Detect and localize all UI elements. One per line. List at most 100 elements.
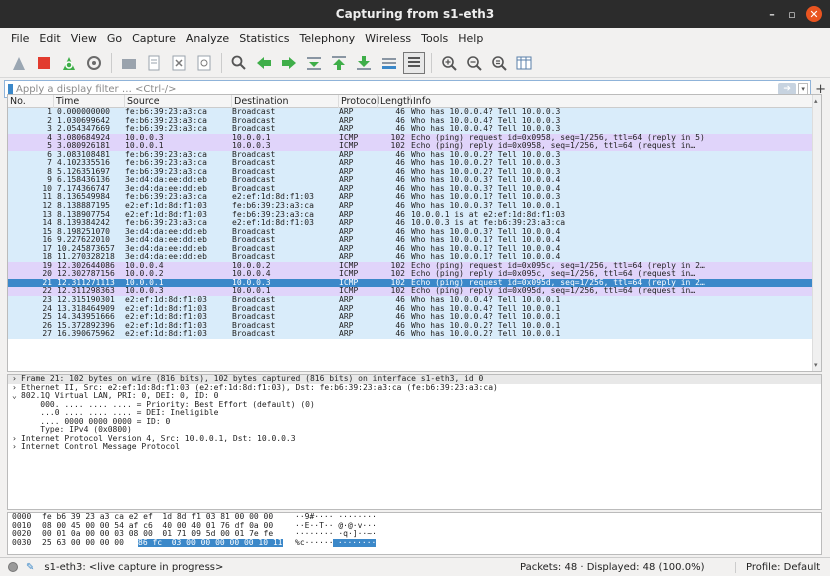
start-capture-icon[interactable] xyxy=(8,52,30,74)
packet-source: 3e:d4:da:ee:dd:eb xyxy=(125,236,207,245)
packet-protocol: ARP xyxy=(339,236,354,245)
zoom-reset-icon[interactable] xyxy=(488,52,510,74)
col-time[interactable]: Time xyxy=(53,95,79,108)
packet-row[interactable]: 1 0.000000000 fe:b6:39:23:a3:ca Broadcast AR… xyxy=(8,108,821,117)
go-to-packet-icon[interactable] xyxy=(303,52,325,74)
packet-list-scrollbar[interactable]: ▴ ▾ xyxy=(812,95,821,371)
packet-row[interactable]: 7 4.102335516 fe:b6:39:23:a3:ca Broadcast AR… xyxy=(8,159,821,168)
packet-row[interactable]: 14 8.139384242 fe:b6:39:23:a3:ca e2:ef:1d:8… xyxy=(8,219,821,228)
packet-details-pane[interactable]: › Frame 21: 102 bytes on wire (816 bits),… xyxy=(7,374,822,510)
save-file-icon[interactable] xyxy=(143,52,165,74)
col-source[interactable]: Source xyxy=(124,95,160,108)
packet-no: 22 xyxy=(42,287,52,296)
find-packet-icon[interactable] xyxy=(228,52,250,74)
packet-no: 21 xyxy=(42,278,52,287)
packet-row[interactable]: 2 1.030699642 fe:b6:39:23:a3:ca Broadcast AR… xyxy=(8,116,821,126)
packet-row[interactable]: 8 5.126351697 fe:b6:39:23:a3:ca Broadcast AR… xyxy=(8,167,821,177)
packet-destination: Broadcast xyxy=(232,330,276,339)
packet-row[interactable]: 23 12.315190301 e2:ef:1d:8d:f1:03 Broadcast… xyxy=(8,296,821,305)
menu-tools[interactable]: Tools xyxy=(416,32,453,45)
filter-bookmark-icon[interactable] xyxy=(8,84,13,94)
packet-length: 46 xyxy=(395,321,405,330)
go-last-packet-icon[interactable] xyxy=(353,52,375,74)
packet-bytes-pane[interactable]: 0000 fe b6 39 23 a3 ca e2 ef 1d 8d f1 03 … xyxy=(7,512,822,555)
collapsed-arrow-icon[interactable]: › xyxy=(12,443,21,452)
packet-no: 18 xyxy=(42,253,52,262)
packet-row[interactable]: 21 12.311271113 10.0.0.1 10.0.0.3 ICMP 102 Ech… xyxy=(8,278,821,288)
packet-no: 24 xyxy=(42,304,52,313)
packet-row[interactable]: 20 12.302787156 10.0.0.2 10.0.0.4 ICMP 102 Ech… xyxy=(8,270,821,279)
packet-row[interactable]: 16 9.227622010 3e:d4:da:ee:dd:eb Broadcast A… xyxy=(8,236,821,245)
packet-row[interactable]: 27 16.390675962 e2:ef:1d:8d:f1:03 Broadcast… xyxy=(8,330,821,339)
packet-row[interactable]: 24 13.318464909 e2:ef:1d:8d:f1:03 Broadcast… xyxy=(8,304,821,314)
packet-row[interactable]: 3 2.054347669 fe:b6:39:23:a3:ca Broadcast AR… xyxy=(8,125,821,134)
packet-row[interactable]: 22 12.311298363 10.0.0.3 10.0.0.1 ICMP 102 Ech… xyxy=(8,287,821,297)
menu-capture[interactable]: Capture xyxy=(127,32,181,45)
open-file-icon[interactable] xyxy=(118,52,140,74)
menu-edit[interactable]: Edit xyxy=(34,32,65,45)
minimize-icon[interactable]: – xyxy=(764,6,780,22)
packet-destination: Broadcast xyxy=(232,108,276,116)
menu-telephony[interactable]: Telephony xyxy=(295,32,361,45)
packet-source: e2:ef:1d:8d:f1:03 xyxy=(125,313,207,322)
resize-columns-icon[interactable] xyxy=(513,52,535,74)
packet-row[interactable]: 10 7.174366747 3e:d4:da:ee:dd:eb Broadcast A… xyxy=(8,184,821,194)
col-info[interactable]: Info xyxy=(410,95,431,108)
packet-length: 46 xyxy=(395,227,405,236)
col-no[interactable]: No. xyxy=(8,95,26,108)
packet-row[interactable]: 5 3.080926181 10.0.0.1 10.0.0.3 ICMP 102 Echo … xyxy=(8,142,821,151)
zoom-in-icon[interactable] xyxy=(438,52,460,74)
packet-destination: Broadcast xyxy=(232,313,276,322)
hex-line[interactable]: 0030 25 63 00 00 00 00 86 fc 03 00 00 00 … xyxy=(8,538,821,547)
packet-length: 46 xyxy=(395,159,405,168)
packet-row[interactable]: 11 8.136549984 fe:b6:39:23:a3:ca e2:ef:1d:8… xyxy=(8,193,821,203)
packet-row[interactable]: 13 8.138907754 e2:ef:1d:8d:f1:03 fe:b6:39:2… xyxy=(8,210,821,220)
menu-file[interactable]: File xyxy=(6,32,34,45)
menu-help[interactable]: Help xyxy=(453,32,488,45)
close-file-icon[interactable] xyxy=(168,52,190,74)
packet-row[interactable]: 18 11.270328218 3e:d4:da:ee:dd:eb Broadcast… xyxy=(8,253,821,262)
edit-comment-icon[interactable]: ✎ xyxy=(26,562,34,573)
packet-row[interactable]: 15 8.198251070 3e:d4:da:ee:dd:eb Broadcast A… xyxy=(8,227,821,237)
maximize-icon[interactable]: ▫ xyxy=(784,6,800,22)
packet-row[interactable]: 9 6.158436136 3e:d4:da:ee:dd:eb Broadcast AR… xyxy=(8,176,821,185)
expanded-arrow-icon[interactable]: ⌄ xyxy=(12,392,21,401)
packet-row[interactable]: 25 14.343951666 e2:ef:1d:8d:f1:03 Broadcast… xyxy=(8,313,821,322)
col-destination[interactable]: Destination xyxy=(231,95,289,108)
packet-protocol: ICMP xyxy=(339,278,359,287)
go-back-icon[interactable] xyxy=(253,52,275,74)
menu-statistics[interactable]: Statistics xyxy=(234,32,294,45)
reload-icon[interactable] xyxy=(193,52,215,74)
packet-length: 102 xyxy=(390,261,405,270)
autoscroll-icon[interactable] xyxy=(378,52,400,74)
packet-list[interactable]: No. Time Source Destination Protocol Len… xyxy=(7,94,822,372)
capture-status-icon[interactable] xyxy=(8,562,18,572)
close-icon[interactable]: ✕ xyxy=(806,6,822,22)
menu-analyze[interactable]: Analyze xyxy=(181,32,234,45)
packet-row[interactable]: 6 3.083108481 fe:b6:39:23:a3:ca Broadcast AR… xyxy=(8,150,821,160)
menu-view[interactable]: View xyxy=(66,32,102,45)
packet-row[interactable]: 26 15.372892396 e2:ef:1d:8d:f1:03 Broadcast… xyxy=(8,321,821,331)
detail-line[interactable]: › Internet Control Message Protocol xyxy=(8,443,821,452)
go-first-packet-icon[interactable] xyxy=(328,52,350,74)
capture-options-icon[interactable] xyxy=(83,52,105,74)
packet-destination: 10.0.0.1 xyxy=(232,133,271,142)
col-protocol[interactable]: Protocol xyxy=(338,95,379,108)
restart-capture-icon[interactable] xyxy=(58,52,80,74)
col-length[interactable]: Length xyxy=(377,95,413,108)
hex-line[interactable]: 0020 00 01 0a 00 00 03 08 00 01 71 09 5d … xyxy=(8,529,821,539)
colorize-icon[interactable] xyxy=(403,51,425,74)
packet-row[interactable]: 17 10.245873657 3e:d4:da:ee:dd:eb Broadcast… xyxy=(8,244,821,254)
zoom-out-icon[interactable] xyxy=(463,52,485,74)
packet-length: 46 xyxy=(395,167,405,176)
packet-row[interactable]: 19 12.302644086 10.0.0.4 10.0.0.2 ICMP 102 Ech… xyxy=(8,261,821,271)
packet-destination: 10.0.0.2 xyxy=(232,261,271,270)
menu-go[interactable]: Go xyxy=(102,32,127,45)
menu-wireless[interactable]: Wireless xyxy=(360,32,416,45)
packet-row[interactable]: 4 3.080684924 10.0.0.3 10.0.0.1 ICMP 102 Echo … xyxy=(8,133,821,143)
packet-row[interactable]: 12 8.138887195 e2:ef:1d:8d:f1:03 fe:b6:39:2… xyxy=(8,202,821,211)
status-profile[interactable]: Profile: Default xyxy=(735,561,820,573)
packet-time: 6.158436136 xyxy=(57,176,110,185)
stop-capture-icon[interactable] xyxy=(33,52,55,74)
go-forward-icon[interactable] xyxy=(278,52,300,74)
